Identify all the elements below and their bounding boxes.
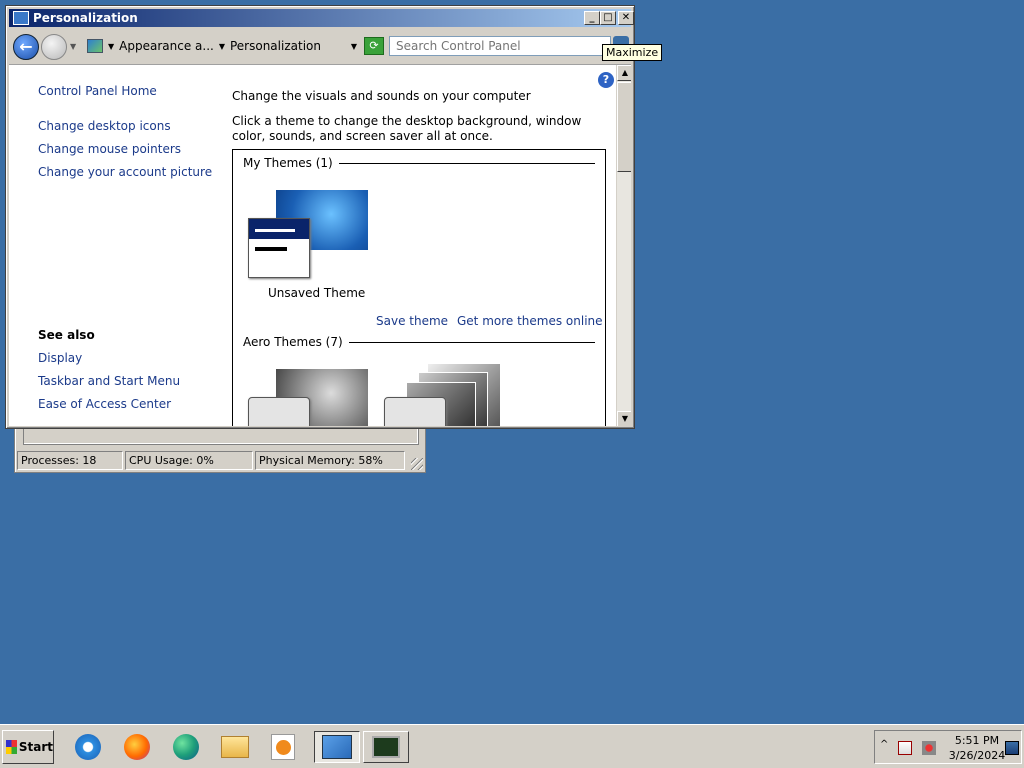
save-theme-link[interactable]: Save theme: [376, 314, 448, 328]
control-panel-taskbar-button[interactable]: [314, 731, 360, 763]
aero-themes-label: Aero Themes (7): [243, 335, 343, 349]
file-explorer-icon[interactable]: [218, 731, 252, 763]
my-themes-group: My Themes (1): [243, 156, 595, 170]
volume-muted-icon[interactable]: [922, 741, 936, 755]
change-desktop-icons-link[interactable]: Change desktop icons: [38, 119, 171, 133]
theme-window-preview: [248, 218, 310, 278]
start-label: Start: [18, 740, 53, 754]
personalization-window: Personalization _ □ ✕ ← ▼ ▼ Appearance a…: [5, 5, 635, 429]
see-also-heading: See also: [38, 328, 95, 342]
content-area: Control Panel Home Change desktop icons …: [9, 64, 631, 426]
breadcrumb-appearance[interactable]: Appearance a...: [119, 39, 214, 53]
page-heading: Change the visuals and sounds on your co…: [232, 89, 531, 103]
help-icon[interactable]: ?: [598, 72, 614, 88]
change-account-picture-link[interactable]: Change your account picture: [38, 165, 212, 179]
vertical-scrollbar[interactable]: ▲ ▼: [616, 65, 631, 426]
cpu-usage: CPU Usage: 0%: [125, 451, 253, 470]
start-button[interactable]: Start: [2, 730, 54, 764]
window-title: Personalization: [33, 11, 138, 25]
action-center-flag-icon[interactable]: [898, 741, 912, 755]
scroll-thumb[interactable]: [617, 82, 631, 172]
show-desktop-icon[interactable]: [1005, 741, 1019, 755]
forward-button[interactable]: [41, 34, 67, 60]
task-manager-taskbar-button[interactable]: [363, 731, 409, 763]
address-bar[interactable]: ▼ Appearance a... ▼ Personalization ▼: [84, 35, 361, 57]
taskbar-start-menu-link[interactable]: Taskbar and Start Menu: [38, 374, 180, 388]
change-mouse-pointers-link[interactable]: Change mouse pointers: [38, 142, 181, 156]
chevron-down-icon[interactable]: ▼: [108, 42, 114, 51]
scroll-up-button[interactable]: ▲: [617, 65, 631, 81]
back-button[interactable]: ←: [13, 34, 39, 60]
internet-explorer-icon[interactable]: [71, 731, 105, 763]
ease-of-access-link[interactable]: Ease of Access Center: [38, 397, 171, 411]
firefox-icon[interactable]: [120, 731, 154, 763]
close-button[interactable]: ✕: [618, 11, 634, 25]
page-description: Click a theme to change the desktop back…: [232, 114, 582, 143]
scroll-down-button[interactable]: ▼: [617, 411, 631, 426]
control-panel-icon: [13, 11, 29, 25]
history-dropdown-icon[interactable]: ▼: [70, 42, 76, 51]
minimize-button[interactable]: _: [584, 11, 600, 25]
navigation-bar: ← ▼ ▼ Appearance a... ▼ Personalization …: [9, 30, 631, 62]
windows-flag-icon: [6, 740, 17, 754]
address-dropdown-icon[interactable]: ▼: [351, 42, 357, 51]
physical-memory: Physical Memory: 58%: [255, 451, 405, 470]
breadcrumb-personalization[interactable]: Personalization: [230, 39, 321, 53]
task-manager-statusbar: Processes: 18 CPU Usage: 0% Physical Mem…: [17, 451, 405, 470]
theme-list: My Themes (1) Unsaved Theme Save theme G…: [232, 149, 606, 426]
unsaved-theme-label[interactable]: Unsaved Theme: [268, 286, 365, 300]
clock[interactable]: 5:51 PM 3/26/2024: [947, 733, 1007, 763]
media-player-icon[interactable]: [266, 731, 300, 763]
title-bar[interactable]: Personalization _ □ ✕: [9, 9, 634, 27]
aero-themes-group: Aero Themes (7): [243, 335, 595, 349]
processes-count: Processes: 18: [17, 451, 123, 470]
control-panel-icon: [87, 39, 103, 53]
chevron-down-icon[interactable]: ▼: [219, 42, 225, 51]
task-pane: Control Panel Home Change desktop icons …: [9, 65, 224, 426]
edge-icon[interactable]: [169, 731, 203, 763]
clock-time: 5:51 PM: [954, 734, 1000, 747]
maximize-button[interactable]: □: [600, 11, 616, 25]
control-panel-home-link[interactable]: Control Panel Home: [38, 84, 157, 98]
refresh-icon[interactable]: ⟳: [364, 37, 384, 55]
resize-grip[interactable]: [411, 458, 423, 470]
get-more-themes-link[interactable]: Get more themes online: [457, 314, 603, 328]
my-themes-label: My Themes (1): [243, 156, 333, 170]
display-link[interactable]: Display: [38, 351, 82, 365]
system-tray: ^ 5:51 PM 3/26/2024: [874, 730, 1022, 764]
search-input[interactable]: [389, 36, 611, 56]
tray-chevron-icon[interactable]: ^: [880, 739, 888, 750]
taskbar: Start ^ 5:51 PM 3/26/2024: [0, 724, 1024, 768]
clock-date: 3/26/2024: [948, 749, 1006, 762]
maximize-tooltip: Maximize: [602, 44, 663, 61]
